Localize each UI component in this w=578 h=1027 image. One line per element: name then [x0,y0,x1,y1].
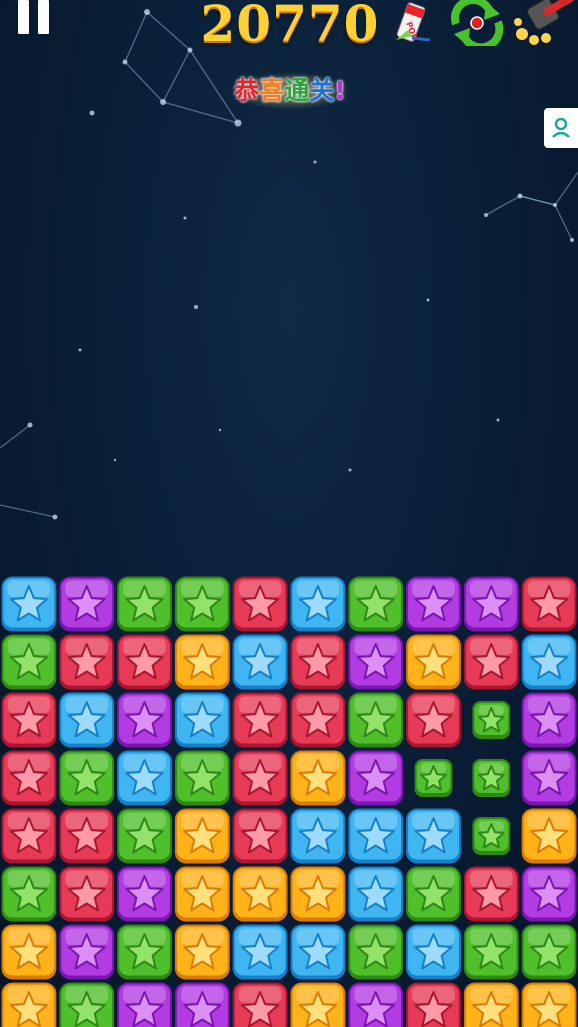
star-tile-purple[interactable] [174,982,230,1027]
star-tile-purple[interactable] [117,692,172,748]
star-tile-yellow[interactable] [463,982,519,1027]
star-tile-yellow[interactable] [521,982,577,1027]
pause-button[interactable] [14,0,54,38]
star-tile-yellow[interactable] [174,924,230,980]
star-tile-purple[interactable] [348,750,404,806]
star-tile-yellow[interactable] [1,982,57,1027]
star-tile-red[interactable] [521,576,577,632]
star-tile-yellow[interactable] [1,924,57,980]
star-tile-blue[interactable] [406,924,461,980]
star-tile-red[interactable] [1,692,57,748]
star-tile-red[interactable] [290,634,346,690]
star-tile-green[interactable] [521,924,577,980]
star-tile-green[interactable] [1,866,57,922]
star-tile-green[interactable] [59,750,115,806]
star-tile-yellow[interactable] [174,866,230,922]
star-tile-red[interactable] [1,750,57,806]
star-tile-green[interactable] [117,576,172,632]
star-tile-green[interactable] [117,924,172,980]
star-tile-purple[interactable] [521,692,577,748]
star-tile-yellow[interactable] [174,808,230,864]
paint-brush-icon: POP [396,2,431,42]
star-tile-purple[interactable] [463,576,519,632]
star-tile-purple[interactable] [521,866,577,922]
side-menu-button[interactable] [544,108,578,148]
star-tile-red[interactable] [232,576,288,632]
star-tile-green[interactable] [174,576,230,632]
star-tile-blue[interactable] [232,634,288,690]
star-tile-purple[interactable] [117,982,172,1027]
star-tile-blue[interactable] [232,924,288,980]
star-tile-purple[interactable] [117,866,172,922]
star-tile-yellow[interactable] [232,866,288,922]
star-tile-green[interactable] [463,924,519,980]
star-tile-green[interactable] [348,576,404,632]
star-tile-green[interactable] [59,982,115,1027]
star-tile-green[interactable] [472,817,511,855]
star-tile-green[interactable] [472,701,511,739]
star-tile-purple[interactable] [59,576,115,632]
star-tile-purple[interactable] [348,982,404,1027]
star-tile-blue[interactable] [290,924,346,980]
star-tile-red[interactable] [117,634,172,690]
star-tile-blue[interactable] [521,634,577,690]
star-tile-green[interactable] [414,759,453,797]
congrats-char: ! [334,76,346,105]
star-tile-green[interactable] [174,750,230,806]
star-tile-blue[interactable] [348,866,404,922]
star-tile-blue[interactable] [174,692,230,748]
star-tile-blue[interactable] [290,808,346,864]
star-tile-blue[interactable] [1,576,57,632]
star-tile-blue[interactable] [290,576,346,632]
congrats-char: 恭 [234,76,260,105]
star-tile-purple[interactable] [406,576,461,632]
level-clear-banner: 恭喜通关! [228,72,352,110]
star-tile-blue[interactable] [406,808,461,864]
paint-brush-tool[interactable]: POP [390,0,438,46]
star-tile-blue[interactable] [348,808,404,864]
star-tile-red[interactable] [232,982,288,1027]
star-tile-red[interactable] [1,808,57,864]
star-tile-red[interactable] [406,692,461,748]
star-tile-green[interactable] [348,692,404,748]
star-tile-red[interactable] [59,866,115,922]
star-tile-yellow[interactable] [290,982,346,1027]
pause-icon [18,0,29,34]
hammer-icon [514,0,575,45]
star-tile-yellow[interactable] [290,750,346,806]
star-board [1,576,577,1027]
star-tile-red[interactable] [59,808,115,864]
score-display: 20770 [200,0,380,53]
hammer-tool[interactable] [508,0,578,46]
star-tile-purple[interactable] [348,634,404,690]
star-tile-green[interactable] [117,808,172,864]
star-tile-yellow[interactable] [406,634,461,690]
star-tile-blue[interactable] [117,750,172,806]
star-tile-green[interactable] [406,866,461,922]
refresh-tool[interactable] [446,0,508,46]
congrats-char: 通 [284,76,310,105]
star-tile-red[interactable] [463,634,519,690]
congrats-char: 喜 [259,76,285,105]
star-tile-red[interactable] [232,750,288,806]
star-tile-green[interactable] [348,924,404,980]
star-tile-red[interactable] [232,692,288,748]
star-tile-red[interactable] [59,634,115,690]
star-tile-yellow[interactable] [521,808,577,864]
star-tile-red[interactable] [232,808,288,864]
star-tile-yellow[interactable] [174,634,230,690]
star-tile-purple[interactable] [59,924,115,980]
star-tile-red[interactable] [463,866,519,922]
star-tile-blue[interactable] [59,692,115,748]
star-tile-purple[interactable] [521,750,577,806]
star-tile-red[interactable] [406,982,461,1027]
person-icon [552,117,570,138]
star-tile-green[interactable] [472,759,511,797]
star-tile-red[interactable] [290,692,346,748]
congrats-char: 关 [309,76,335,105]
star-tile-yellow[interactable] [290,866,346,922]
star-tile-green[interactable] [1,634,57,690]
refresh-icon [450,0,504,46]
